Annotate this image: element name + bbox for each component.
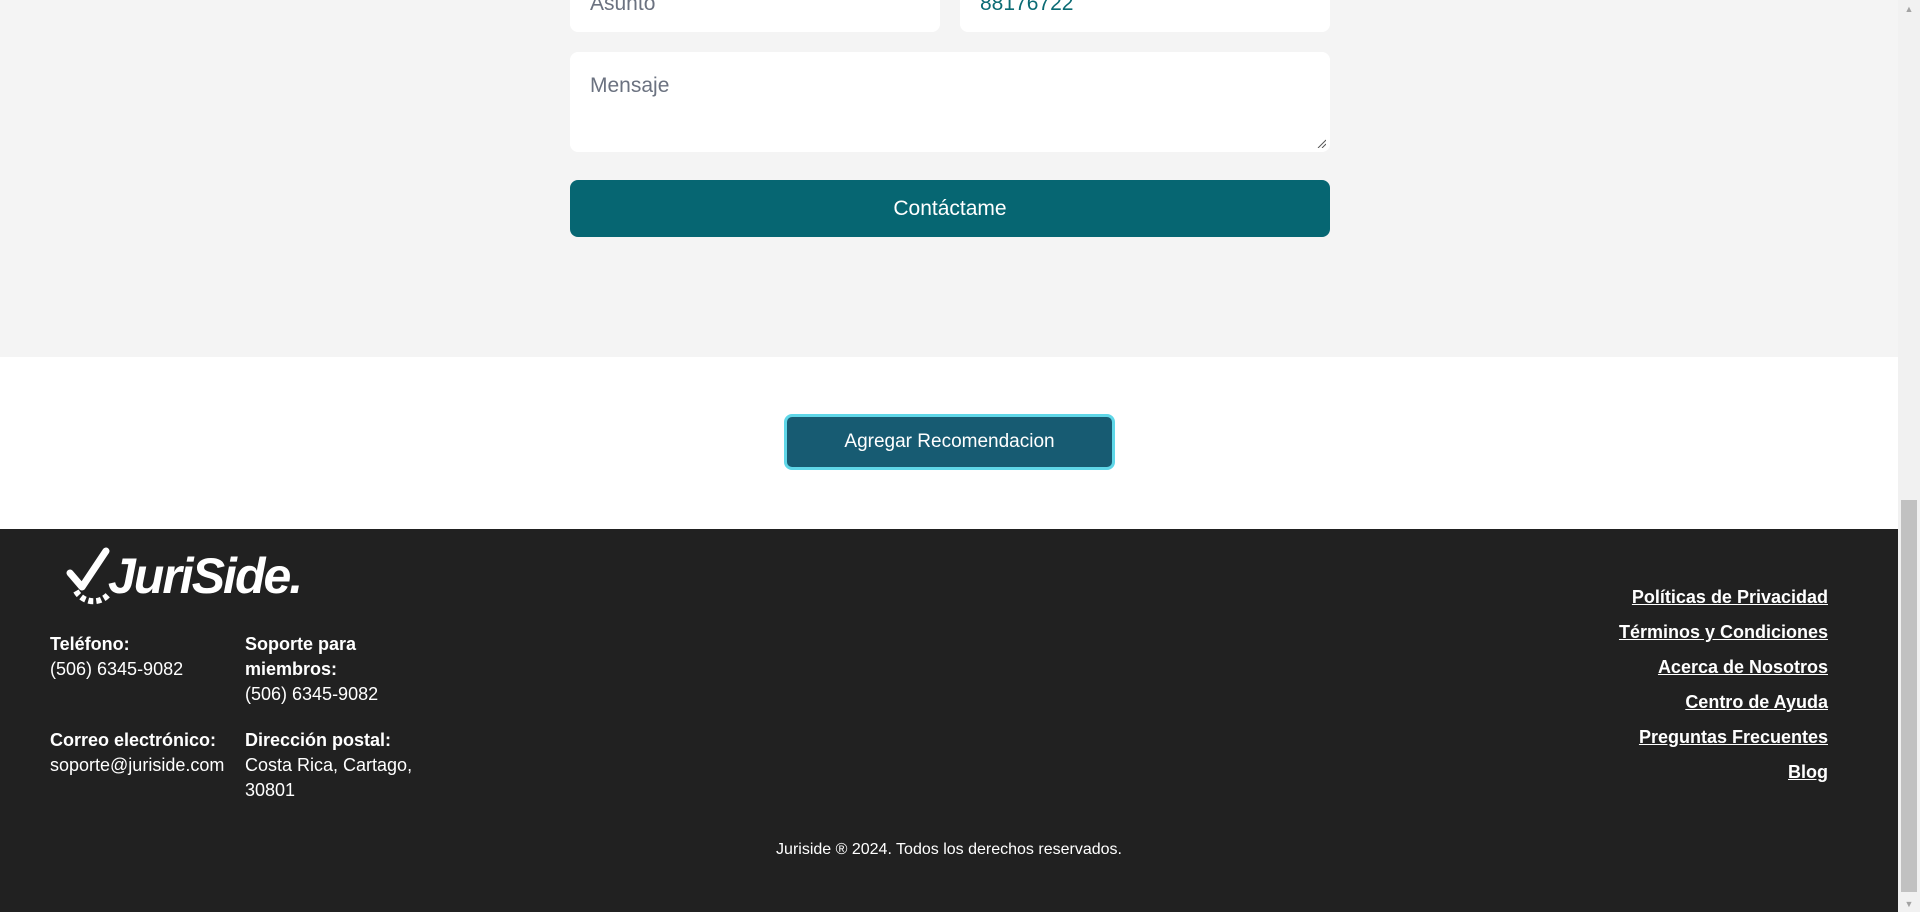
message-textarea[interactable]: Mensaje [570,52,1330,152]
phone-value-text: (506) 6345-9082 [50,659,184,679]
postal-info: Dirección postal: Costa Rica, Cartago, 3… [245,728,425,803]
message-placeholder: Mensaje [590,74,670,97]
email-value: soporte@juriside.com [50,755,225,775]
phone-input[interactable]: 88176722 [960,0,1330,32]
resize-grip-icon[interactable] [1316,138,1326,148]
page-scrollbar[interactable]: ▲ ▼ [1898,0,1920,912]
copyright-text: Juriside ® 2024. Todos los derechos rese… [776,841,1122,858]
email-info: Correo electrónico: soporte@juriside.com [50,728,250,778]
link-help-center[interactable]: Centro de Ayuda [1619,690,1828,715]
link-about[interactable]: Acerca de Nosotros [1619,655,1828,680]
add-recommendation-button[interactable]: Agregar Recomendacion [784,414,1115,470]
scroll-down-arrow-icon[interactable]: ▼ [1898,895,1920,912]
contact-section: Asunto 88176722 Mensaje Contáctame [0,0,1898,357]
subject-placeholder: Asunto [590,0,656,15]
email-label: Correo electrónico: [50,730,217,750]
scroll-up-arrow-icon[interactable]: ▲ [1898,0,1920,17]
scrollbar-thumb[interactable] [1901,500,1917,892]
footer-links: Políticas de Privacidad Términos y Condi… [1619,585,1828,785]
phone-value: 88176722 [980,0,1074,15]
contact-button[interactable]: Contáctame [570,180,1330,237]
support-info: Soporte para miembros: (506) 6345-9082 [245,632,415,707]
phone-label: Teléfono: [50,634,130,654]
postal-value: Costa Rica, Cartago, 30801 [245,755,413,800]
juriside-logo[interactable]: JuriSide. [66,547,303,605]
postal-label: Dirección postal: [245,730,392,750]
link-faq[interactable]: Preguntas Frecuentes [1619,725,1828,750]
link-blog[interactable]: Blog [1619,760,1828,785]
link-terms[interactable]: Términos y Condiciones [1619,620,1828,645]
phone-info: Teléfono: (506) 6345-9082 [50,632,240,682]
link-privacy[interactable]: Políticas de Privacidad [1619,585,1828,610]
recommendation-section: Agregar Recomendacion [0,357,1898,529]
logo-text: JuriSide. [108,548,303,604]
support-label: Soporte para miembros: [245,634,357,679]
footer: JuriSide. Teléfono: (506) 6345-9082 Sopo… [0,529,1898,912]
subject-input[interactable]: Asunto [570,0,940,32]
support-value: (506) 6345-9082 [245,684,379,704]
